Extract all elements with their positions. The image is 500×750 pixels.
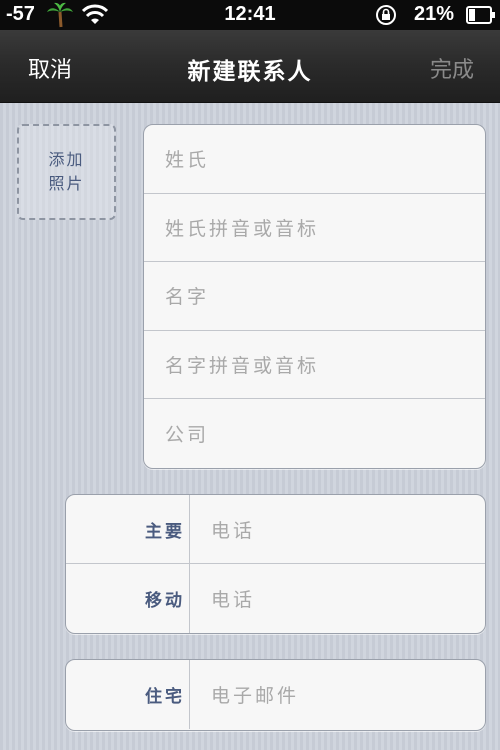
done-button[interactable]: 完成 [430, 52, 474, 84]
phone-input-main[interactable]: 电话 [190, 495, 485, 563]
last-name-phonetic-field[interactable]: 姓氏拼音或音标 [144, 194, 485, 263]
add-photo-label-line2: 照片 [48, 174, 85, 193]
add-photo-label-line1: 添加 [48, 150, 85, 169]
email-row-home: 住宅 电子邮件 [66, 660, 485, 729]
status-bar: -57 12:41 21% [0, 0, 500, 30]
first-name-field[interactable]: 名字 [144, 262, 485, 331]
phone-row-mobile: 移动 电话 [66, 564, 485, 633]
last-name-field[interactable]: 姓氏 [144, 125, 485, 194]
battery-percent: 21% [414, 3, 455, 25]
email-label-home[interactable]: 住宅 [66, 660, 190, 729]
email-input-home[interactable]: 电子邮件 [190, 660, 485, 729]
battery-icon [466, 6, 495, 24]
phone-row-main: 主要 电话 [66, 495, 485, 564]
phone-input-mobile[interactable]: 电话 [190, 564, 485, 633]
first-name-phonetic-field[interactable]: 名字拼音或音标 [144, 331, 485, 400]
navigation-bar: 取消 新建联系人 完成 [0, 30, 500, 103]
phone-fields-group: 主要 电话 移动 电话 [65, 494, 486, 634]
rotation-lock-icon [376, 5, 396, 25]
company-field[interactable]: 公司 [144, 399, 485, 468]
phone-label-main[interactable]: 主要 [66, 495, 190, 563]
name-fields-group: 姓氏 姓氏拼音或音标 名字 名字拼音或音标 公司 [143, 124, 486, 469]
email-fields-group: 住宅 电子邮件 [65, 659, 486, 731]
page-title: 新建联系人 [187, 59, 313, 85]
add-photo-button[interactable]: 添加 照片 [17, 124, 116, 220]
phone-label-mobile[interactable]: 移动 [66, 564, 190, 633]
